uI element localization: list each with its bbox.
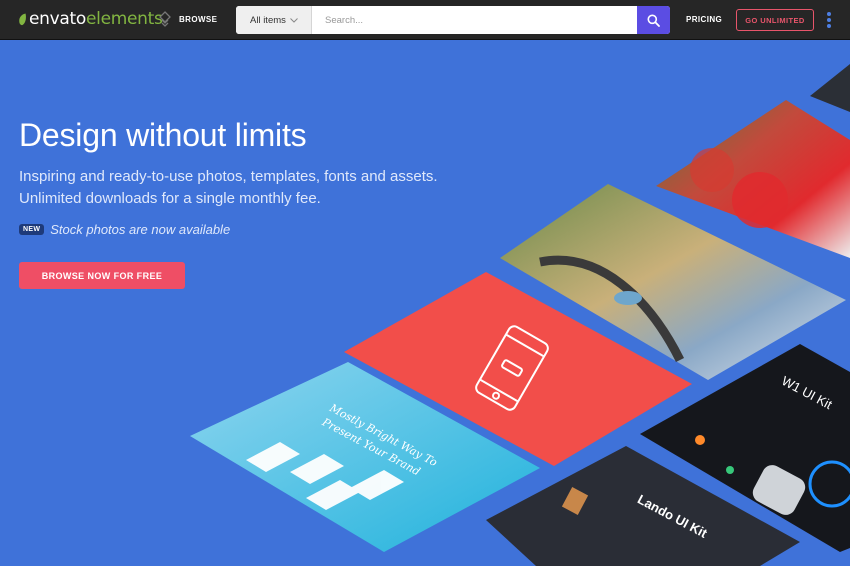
new-feature-notice: NEW Stock photos are now available xyxy=(19,222,230,237)
hero-title: Design without limits xyxy=(19,117,307,153)
hero-subtitle: Inspiring and ready-to-use photos, templ… xyxy=(19,166,438,210)
go-unlimited-button[interactable]: GO UNLIMITED xyxy=(736,9,814,31)
hero-subtitle-line-1: Inspiring and ready-to-use photos, templ… xyxy=(19,168,438,185)
category-select-label: All items xyxy=(250,14,286,26)
logo-text-envato: envato xyxy=(29,9,86,29)
browse-menu[interactable]: BROWSE xyxy=(158,11,217,27)
new-badge: NEW xyxy=(19,224,45,235)
tile-lando-ui-kit xyxy=(486,446,800,566)
search-icon xyxy=(647,14,660,27)
browse-now-button[interactable]: BROWSE NOW FOR FREE xyxy=(19,262,185,289)
tile-brand-line1: Mostly Bright Way To xyxy=(327,401,440,469)
grid-icon xyxy=(159,11,171,27)
hero-subtitle-line-2: Unlimited downloads for a single monthly… xyxy=(19,190,321,207)
top-navigation-bar: envato elements BROWSE All items PRICING… xyxy=(0,0,850,40)
search-input[interactable] xyxy=(312,6,637,34)
new-feature-text: Stock photos are now available xyxy=(50,222,231,237)
leaf-icon xyxy=(19,13,26,25)
tile-dark-top xyxy=(810,64,850,112)
tile-photo-landscape xyxy=(500,184,846,380)
kebab-menu-icon[interactable] xyxy=(826,12,832,28)
browse-label: BROWSE xyxy=(179,14,218,24)
tile-lando-label: Lando UI Kit xyxy=(635,492,710,541)
pricing-link[interactable]: PRICING xyxy=(686,15,722,24)
chevron-down-icon xyxy=(290,17,298,23)
tile-cyan-brand xyxy=(190,362,540,552)
tile-brand-line2: Present Your Brand xyxy=(319,415,422,478)
tile-red-app xyxy=(344,272,692,466)
tile-w1-ui-kit xyxy=(640,344,850,552)
category-select[interactable]: All items xyxy=(236,6,312,34)
search-bar: All items xyxy=(236,6,670,34)
tile-w1-label: W1 UI Kit xyxy=(779,373,835,412)
search-button[interactable] xyxy=(637,6,670,34)
tile-photo-flowers xyxy=(656,100,850,258)
logo-text-elements: elements xyxy=(85,9,163,29)
envato-elements-logo[interactable]: envato elements xyxy=(18,9,163,29)
